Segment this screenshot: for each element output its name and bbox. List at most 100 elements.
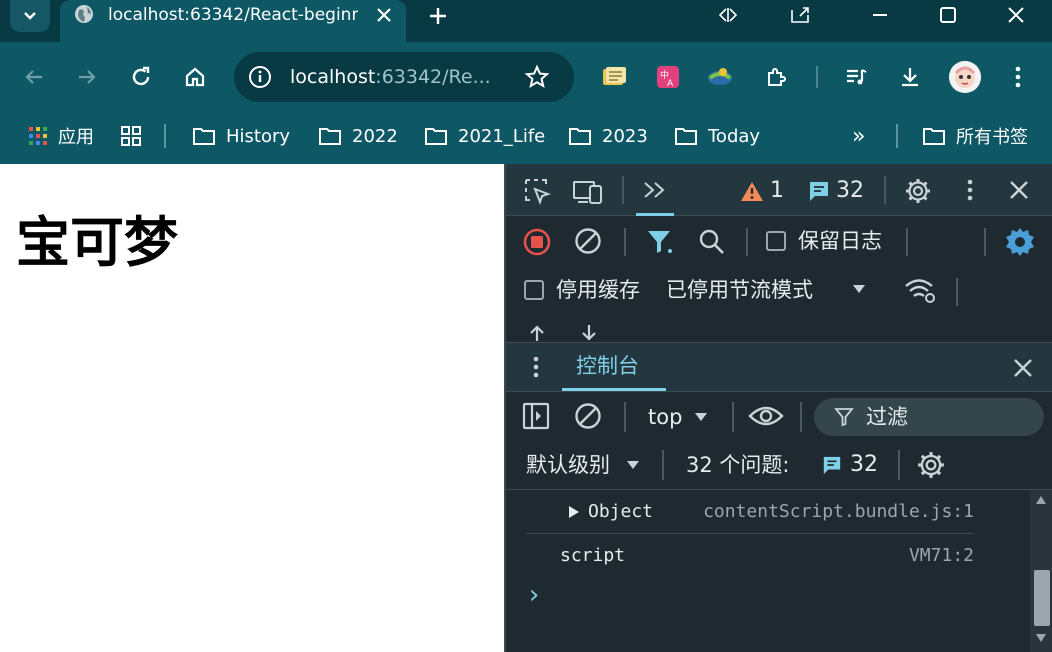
reload-icon (132, 66, 150, 86)
download-icon[interactable] (894, 61, 926, 93)
scroll-up-arrow-icon[interactable] (1036, 496, 1046, 504)
expand-triangle-icon[interactable] (568, 505, 580, 519)
scroll-down-arrow-icon[interactable] (1036, 634, 1046, 642)
export-arrow-down-icon[interactable] (580, 324, 598, 342)
dropdown-arrow-icon[interactable] (694, 412, 708, 422)
record-stop-icon[interactable] (522, 227, 552, 257)
preserve-log-checkbox[interactable] (766, 231, 786, 251)
tab-groups-button[interactable] (120, 121, 152, 151)
split-view-icon[interactable] (708, 0, 748, 30)
network-conditions-wifi-icon[interactable] (904, 276, 938, 306)
extension-notes-icon[interactable] (598, 61, 630, 93)
filter-funnel-icon[interactable] (646, 229, 674, 255)
window-close-button[interactable] (996, 0, 1036, 30)
log-message: script (560, 545, 626, 566)
console-prompt[interactable]: › (526, 578, 542, 612)
warning-count: 1 (770, 178, 784, 203)
disable-cache-label: 停用缓存 (556, 278, 640, 302)
home-icon (185, 67, 205, 87)
throttling-select[interactable]: 已停用节流模式 (666, 277, 813, 303)
log-source-link[interactable]: VM71:2 (909, 544, 974, 568)
tab-title: localhost:63342/React-beginner (108, 5, 358, 25)
bookmarks-separator (164, 124, 166, 148)
tab-console[interactable]: 控制台 (562, 343, 666, 391)
arrow-left-icon (25, 70, 42, 84)
console-filter-input[interactable]: 过滤 (814, 398, 1044, 436)
url-text: localhost:63342/Re... (290, 66, 491, 88)
home-button[interactable] (179, 61, 211, 93)
page-viewport: 宝可梦 (0, 164, 504, 652)
dropdown-arrow-icon[interactable] (626, 460, 640, 470)
more-vertical-icon (1015, 66, 1021, 88)
site-info-icon[interactable] (248, 65, 272, 89)
more-vertical-icon[interactable] (966, 178, 974, 202)
maximize-button[interactable] (928, 0, 968, 30)
browser-menu-button[interactable] (1002, 61, 1034, 93)
minimize-button[interactable] (860, 0, 900, 30)
sidebar-toggle-icon[interactable] (522, 402, 550, 430)
folder-icon (569, 128, 591, 145)
dropdown-arrow-icon[interactable] (852, 284, 866, 294)
search-icon[interactable] (698, 228, 726, 256)
close-drawer-icon[interactable] (1012, 357, 1034, 379)
more-panels-button[interactable] (636, 164, 674, 216)
folder-icon (319, 128, 341, 145)
profile-avatar[interactable] (949, 61, 981, 93)
active-tab[interactable]: localhost:63342/React-beginner (60, 0, 406, 42)
globe-icon (75, 5, 93, 23)
bookmark-apps[interactable]: 应用 (28, 121, 94, 151)
devtools-main-toolbar: 1 32 (506, 164, 1052, 216)
media-control-icon[interactable] (840, 61, 872, 93)
cast-icon[interactable] (780, 0, 820, 30)
warning-icon[interactable] (740, 180, 764, 202)
network-settings-gear-icon[interactable] (1004, 226, 1036, 258)
log-level-select[interactable]: 默认级别 (526, 452, 610, 478)
bookmark-folder-2022[interactable]: 2022 (318, 121, 398, 151)
log-entry-script: script VM71:2 (526, 536, 974, 578)
settings-gear-icon[interactable] (904, 177, 932, 205)
double-chevron-right-icon (644, 182, 665, 198)
tab-search-button[interactable] (10, 0, 50, 32)
address-bar[interactable]: localhost:63342/Re... (234, 52, 574, 102)
console-settings-gear-icon[interactable] (916, 450, 946, 480)
devtools-panel: 1 32 保留日志 停用缓存 已停用节流模式 控制台 top 过滤 默认级别 3… (504, 164, 1052, 652)
device-toolbar-icon[interactable] (572, 176, 604, 206)
new-tab-button[interactable] (424, 2, 452, 30)
message-icon[interactable] (808, 180, 830, 202)
extension-translate-icon[interactable]: 中A (652, 61, 684, 93)
bookmark-star-icon[interactable] (524, 64, 550, 90)
clear-icon[interactable] (574, 227, 602, 255)
issues-count: 32 (850, 452, 878, 477)
close-icon[interactable] (372, 3, 396, 27)
context-selector[interactable]: top (648, 404, 682, 430)
bookmark-all-bookmarks[interactable]: 所有书签 (922, 121, 1028, 151)
scroll-thumb[interactable] (1034, 570, 1050, 626)
grid-icon (121, 126, 141, 146)
console-scrollbar[interactable] (1030, 490, 1052, 652)
clear-console-icon[interactable] (574, 402, 602, 430)
log-source-link[interactable]: contentScript.bundle.js:1 (703, 500, 974, 524)
folder-icon (675, 128, 697, 145)
bookmark-folder-today[interactable]: Today (674, 121, 760, 151)
bookmark-folder-2021-life[interactable]: 2021_Life (424, 121, 545, 151)
log-entry-object[interactable]: Object contentScript.bundle.js:1 (526, 492, 974, 534)
bookmarks-overflow-button[interactable]: » (852, 121, 865, 151)
inspect-element-icon[interactable] (522, 176, 552, 206)
bookmark-folder-2023[interactable]: 2023 (568, 121, 648, 151)
import-arrow-up-icon[interactable] (528, 324, 546, 342)
disable-cache-checkbox[interactable] (524, 280, 544, 300)
folder-icon (193, 128, 215, 145)
bookmark-folder-history[interactable]: History (192, 121, 290, 151)
drawer-menu-icon[interactable] (532, 355, 540, 379)
extension-globe-icon[interactable] (704, 61, 736, 93)
reload-button[interactable] (125, 61, 157, 93)
issues-message-icon[interactable] (822, 455, 842, 475)
extensions-puzzle-icon[interactable] (760, 61, 792, 93)
console-log-area: Object contentScript.bundle.js:1 script … (506, 490, 1052, 652)
close-devtools-icon[interactable] (1008, 179, 1030, 201)
back-button[interactable] (18, 61, 50, 93)
live-expression-eye-icon[interactable] (748, 404, 784, 428)
forward-button[interactable] (71, 61, 103, 93)
chevron-down-icon (24, 12, 36, 20)
devtools-drawer-tabs: 控制台 (506, 342, 1052, 392)
